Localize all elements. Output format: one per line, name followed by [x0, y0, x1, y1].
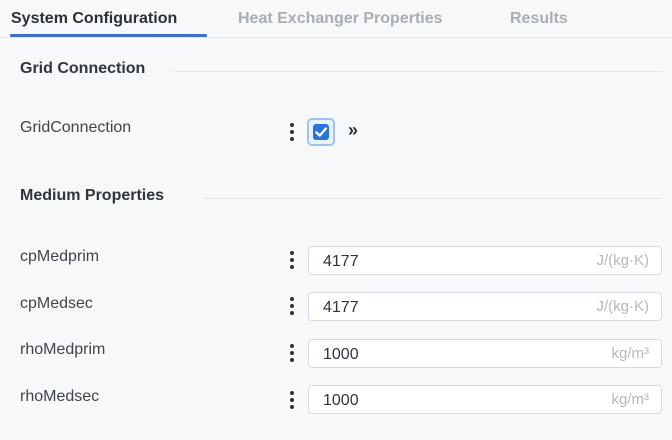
param-menu-icon[interactable] — [287, 122, 297, 142]
param-label-gridconnection: GridConnection — [20, 119, 132, 136]
param-label-rhomedprim: rhoMedprim — [20, 341, 106, 358]
param-label-cpmedprim: cpMedprim — [20, 248, 100, 265]
field-unit: kg/m³ — [611, 345, 650, 362]
tab-results[interactable]: Results — [510, 10, 568, 28]
param-menu-icon[interactable] — [287, 343, 297, 363]
checkmark-icon — [315, 127, 327, 137]
gridconnection-checkbox[interactable] — [307, 118, 335, 146]
section-divider — [174, 71, 662, 72]
param-menu-icon[interactable] — [287, 250, 297, 270]
field-value: 4177 — [323, 253, 359, 270]
section-title-medium-properties: Medium Properties — [20, 187, 165, 204]
tab-bar: System Configuration Heat Exchanger Prop… — [0, 0, 672, 38]
param-menu-icon[interactable] — [287, 296, 297, 316]
field-unit: J/(kg·K) — [596, 252, 650, 269]
param-label-cpmedsec: cpMedsec — [20, 295, 93, 312]
field-value: 1000 — [323, 346, 359, 363]
param-label-rhomedsec: rhoMedsec — [20, 388, 100, 405]
rhomedprim-input[interactable]: 1000 kg/m³ — [308, 339, 662, 368]
tab-system-configuration[interactable]: System Configuration — [11, 10, 177, 28]
field-value: 1000 — [323, 392, 359, 409]
section-divider — [204, 198, 662, 199]
active-tab-indicator — [10, 34, 207, 37]
cpmedsec-input[interactable]: 4177 J/(kg·K) — [308, 292, 662, 321]
rhomedsec-input[interactable]: 1000 kg/m³ — [308, 385, 662, 414]
field-unit: J/(kg·K) — [596, 298, 650, 315]
section-title-grid-connection: Grid Connection — [20, 60, 146, 77]
field-unit: kg/m³ — [611, 391, 650, 408]
double-chevron-right-icon[interactable]: » — [348, 120, 358, 141]
field-value: 4177 — [323, 299, 359, 316]
tab-heat-exchanger-properties[interactable]: Heat Exchanger Properties — [238, 10, 443, 28]
param-menu-icon[interactable] — [287, 390, 297, 410]
cpmedprim-input[interactable]: 4177 J/(kg·K) — [308, 246, 662, 275]
